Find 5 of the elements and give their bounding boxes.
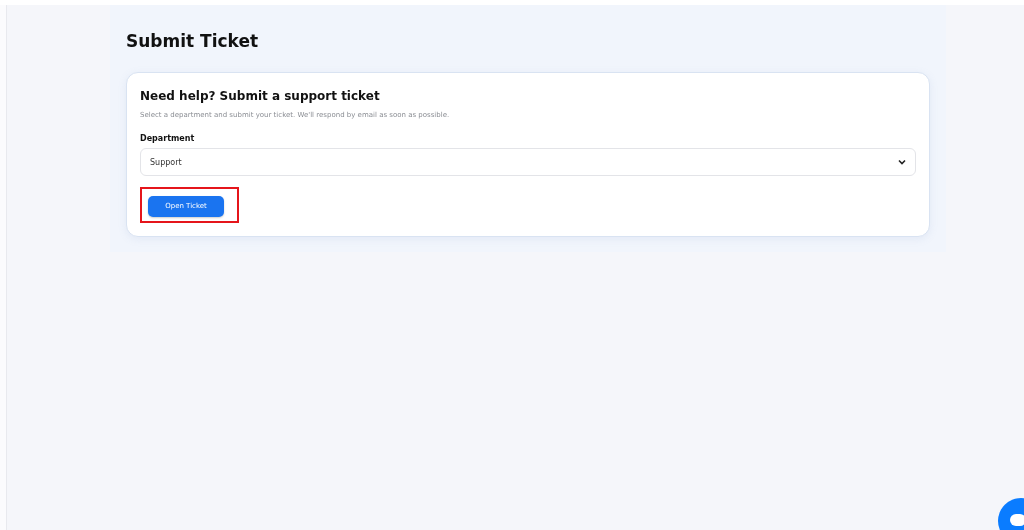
department-select[interactable]: Support	[140, 148, 916, 176]
card-heading: Need help? Submit a support ticket	[140, 88, 381, 105]
field-label: Department	[140, 134, 196, 143]
page-title: Submit Ticket	[126, 30, 260, 53]
chevron-down-icon	[898, 159, 906, 165]
